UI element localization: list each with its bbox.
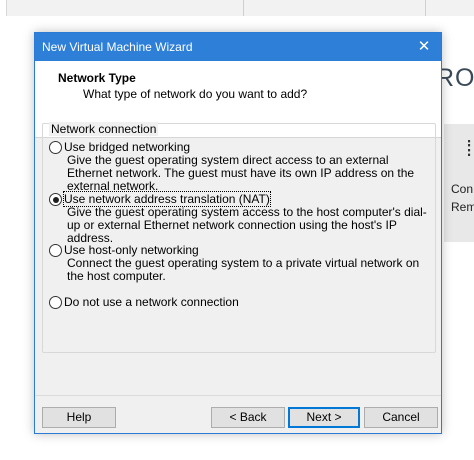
background-toolbar-divider: [243, 0, 244, 16]
option-nat-description: Give the guest operating system access t…: [67, 205, 427, 245]
option-host-only-label[interactable]: Use host-only networking: [64, 243, 199, 257]
option-bridged-label[interactable]: Use bridged networking: [64, 140, 190, 154]
new-vm-wizard-dialog: New Virtual Machine Wizard ✕ Network Typ…: [34, 32, 442, 434]
option-host-only-description: Connect the guest operating system to a …: [67, 256, 420, 283]
page-subtitle: What type of network do you want to add?: [83, 87, 308, 101]
option-no-network-label[interactable]: Do not use a network connection: [64, 295, 239, 309]
network-connection-group: Network connection Use bridged networkin…: [42, 122, 436, 353]
background-partial-icon: ⁞: [466, 136, 473, 161]
back-button[interactable]: < Back: [211, 407, 285, 428]
background-side-panel: ⁞ Con Rem: [444, 124, 474, 242]
footer-divider: [35, 395, 441, 396]
background-toolbar-divider: [425, 0, 426, 16]
page-title: Network Type: [58, 71, 136, 85]
close-icon[interactable]: ✕: [413, 36, 435, 58]
option-nat-label[interactable]: Use network address translation (NAT): [63, 191, 271, 207]
radio-nat[interactable]: [49, 193, 62, 206]
radio-no-network[interactable]: [49, 296, 62, 309]
radio-host-only[interactable]: [49, 244, 62, 257]
background-toolbar: [6, 0, 474, 16]
radio-bridged[interactable]: [49, 141, 62, 154]
next-button[interactable]: Next >: [288, 407, 360, 428]
dialog-title: New Virtual Machine Wizard: [42, 40, 193, 54]
help-button[interactable]: Help: [42, 407, 116, 428]
background-partial-text: Rem: [451, 200, 474, 214]
background-partial-text: Con: [451, 182, 474, 196]
group-label: Network connection: [49, 122, 159, 136]
option-bridged-description: Give the guest operating system direct a…: [67, 153, 415, 193]
cancel-button[interactable]: Cancel: [364, 407, 438, 428]
dialog-titlebar[interactable]: New Virtual Machine Wizard ✕: [35, 33, 441, 61]
